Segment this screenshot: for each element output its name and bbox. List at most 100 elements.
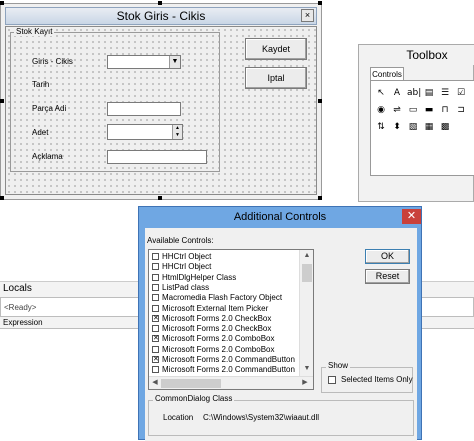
checkbox-icon[interactable]: ☑ [455, 87, 467, 99]
list-item[interactable]: HtmlDlgHelper Class [151, 273, 297, 283]
resize-handle[interactable] [158, 196, 162, 200]
additional-controls-dialog: Additional Controls ✕ Available Controls… [138, 206, 422, 441]
list-item[interactable]: ListPad class [151, 283, 297, 293]
spin-arrows-icon[interactable]: ▲ ▼ [172, 125, 182, 139]
list-item-label: Microsoft Forms 2.0 ComboBox [162, 344, 275, 354]
list-item[interactable]: HHCtrl Object [151, 262, 297, 272]
list-item-label: HHCtrl Object [162, 252, 212, 261]
list-item[interactable]: Microsoft External Item Picker [151, 304, 297, 314]
list-item-checkbox[interactable] [152, 345, 159, 353]
reset-button[interactable]: Reset [365, 269, 410, 284]
giris-cikis-combobox[interactable]: ▼ [107, 55, 181, 69]
resize-handle[interactable] [0, 1, 4, 5]
parca-adi-textbox[interactable] [107, 102, 181, 116]
optionbutton-icon[interactable]: ◉ [375, 104, 387, 116]
scroll-right-icon[interactable]: ▶ [299, 377, 311, 389]
label-aciklama: Açklama [32, 152, 63, 161]
selected-items-only-checkbox[interactable] [328, 376, 336, 384]
tab-controls[interactable]: Controls [370, 67, 404, 81]
location-label: Location [163, 413, 194, 422]
toolbox-controls-panel: ↖ Aab| ▤ ☰ ☑ ◉ ⇌ ▭ ▬ ⊓ ⊐ ⇅ ⬍ ▧ ▦ ▩ [370, 80, 474, 176]
scroll-left-icon[interactable]: ◀ [149, 377, 161, 389]
image-icon[interactable]: ▧ [407, 121, 419, 133]
list-item-label: Microsoft Forms 2.0 CheckBox [162, 313, 272, 323]
available-controls-list[interactable]: HHCtrl Object HHCtrl Object HtmlDlgHelper … [148, 249, 314, 390]
list-item-checkbox[interactable] [152, 304, 159, 312]
kaydet-button[interactable]: Kaydet [245, 38, 307, 60]
locals-title: Locals [3, 283, 32, 294]
iptal-button[interactable]: Iptal [245, 67, 307, 89]
resize-handle[interactable] [318, 99, 322, 103]
frame-icon[interactable]: ▭ [407, 104, 419, 116]
list-item-checkbox[interactable] [152, 283, 159, 291]
resize-handle[interactable] [318, 1, 322, 5]
selected-items-only-label[interactable]: Selected Items Only [341, 375, 413, 384]
list-item[interactable]: Macromedia Flash Factory Object [151, 293, 297, 303]
chevron-down-icon[interactable]: ▼ [169, 56, 180, 68]
list-item-checkbox[interactable] [152, 273, 159, 281]
list-item[interactable]: Microsoft Forms 2.0 CheckBox [151, 324, 297, 334]
list-item-checkbox[interactable] [152, 253, 159, 260]
list-item-checkbox[interactable]: ✕ [152, 335, 159, 343]
label-tarih: Tarih [32, 80, 50, 89]
horizontal-scrollbar[interactable]: ◀ ▶ [149, 376, 313, 389]
list-item[interactable]: ✕ Microsoft Forms 2.0 CommandButton [151, 355, 297, 365]
list-item[interactable]: Microsoft Forms 2.0 ComboBox [151, 345, 297, 355]
resize-handle[interactable] [0, 196, 4, 200]
list-item-label: ListPad class [162, 282, 210, 292]
list-item[interactable]: Microsoft Forms 2.0 CommandButton [151, 365, 297, 375]
list-item[interactable]: ✕ Microsoft Forms 2.0 ComboBox [151, 334, 297, 344]
list-item-checkbox[interactable]: ✕ [152, 314, 159, 322]
userform-titlebar[interactable]: Stok Giris - Cikis × [5, 7, 317, 25]
label-icon[interactable]: A [391, 87, 403, 99]
toolbox-title[interactable]: Toolbox [359, 45, 474, 65]
listbox-icon[interactable]: ☰ [439, 87, 451, 99]
list-item-label: Microsoft Forms 2.0 ComboBox [162, 334, 275, 344]
list-item-label: Microsoft External Item Picker [162, 303, 269, 313]
scrollbar-thumb[interactable] [161, 379, 221, 388]
list-item-label: HtmlDlgHelper Class [162, 272, 237, 282]
pointer-icon[interactable]: ↖ [375, 87, 387, 99]
close-icon[interactable]: ✕ [402, 209, 421, 224]
list-item-checkbox[interactable] [152, 294, 159, 302]
list-item[interactable]: ✕ Microsoft Forms 2.0 CheckBox [151, 314, 297, 324]
commandbutton-icon[interactable]: ▬ [423, 104, 435, 116]
combobox-icon[interactable]: ▤ [423, 87, 435, 99]
resize-handle[interactable] [158, 1, 162, 5]
location-value: C:\Windows\System32\wiaaut.dll [203, 413, 320, 422]
multipage-icon[interactable]: ⊐ [455, 104, 467, 116]
scroll-up-icon[interactable]: ▲ [301, 250, 313, 262]
scroll-down-icon[interactable]: ▼ [301, 363, 313, 375]
userform-close-icon[interactable]: × [301, 9, 314, 22]
list-item-label: HHCtrl Object [162, 262, 212, 272]
adet-textbox[interactable]: ▲ ▼ [107, 124, 183, 140]
list-item-checkbox[interactable] [152, 325, 159, 333]
list-item-label: Macromedia Flash Factory Object [162, 293, 283, 303]
label-parca-adi: Parça Adi [32, 104, 67, 113]
aciklama-textbox[interactable] [107, 150, 207, 164]
extra-control-icon[interactable]: ▩ [439, 121, 451, 133]
show-group-label: Show [326, 361, 351, 370]
resize-handle[interactable] [0, 99, 4, 103]
available-controls-label: Available Controls: [147, 236, 214, 245]
list-item-label: Microsoft Forms 2.0 CommandButton [162, 365, 295, 375]
list-item-checkbox[interactable] [152, 366, 159, 374]
spinbutton-icon[interactable]: ⬍ [391, 121, 403, 133]
list-item-checkbox[interactable] [152, 263, 159, 271]
ok-button[interactable]: OK [365, 249, 410, 264]
tabstrip-icon[interactable]: ⊓ [439, 104, 451, 116]
label-giris-cikis: Giris - Cikis [32, 57, 73, 66]
dialog-title[interactable]: Additional Controls [139, 207, 421, 227]
scrollbar-icon[interactable]: ⇅ [375, 121, 387, 133]
vertical-scrollbar[interactable]: ▲ ▼ [299, 250, 313, 376]
togglebutton-icon[interactable]: ⇌ [391, 104, 403, 116]
scrollbar-thumb[interactable] [302, 264, 312, 282]
textbox-icon[interactable]: ab| [407, 87, 421, 99]
list-item[interactable]: HHCtrl Object [151, 252, 297, 262]
list-item-label: Microsoft Forms 2.0 CheckBox [162, 324, 272, 334]
resize-handle[interactable] [318, 196, 322, 200]
list-item-checkbox[interactable]: ✕ [152, 356, 159, 363]
refedit-icon[interactable]: ▦ [423, 121, 435, 133]
userform-title: Stok Giris - Cikis [116, 9, 206, 23]
label-adet: Adet [32, 128, 49, 137]
